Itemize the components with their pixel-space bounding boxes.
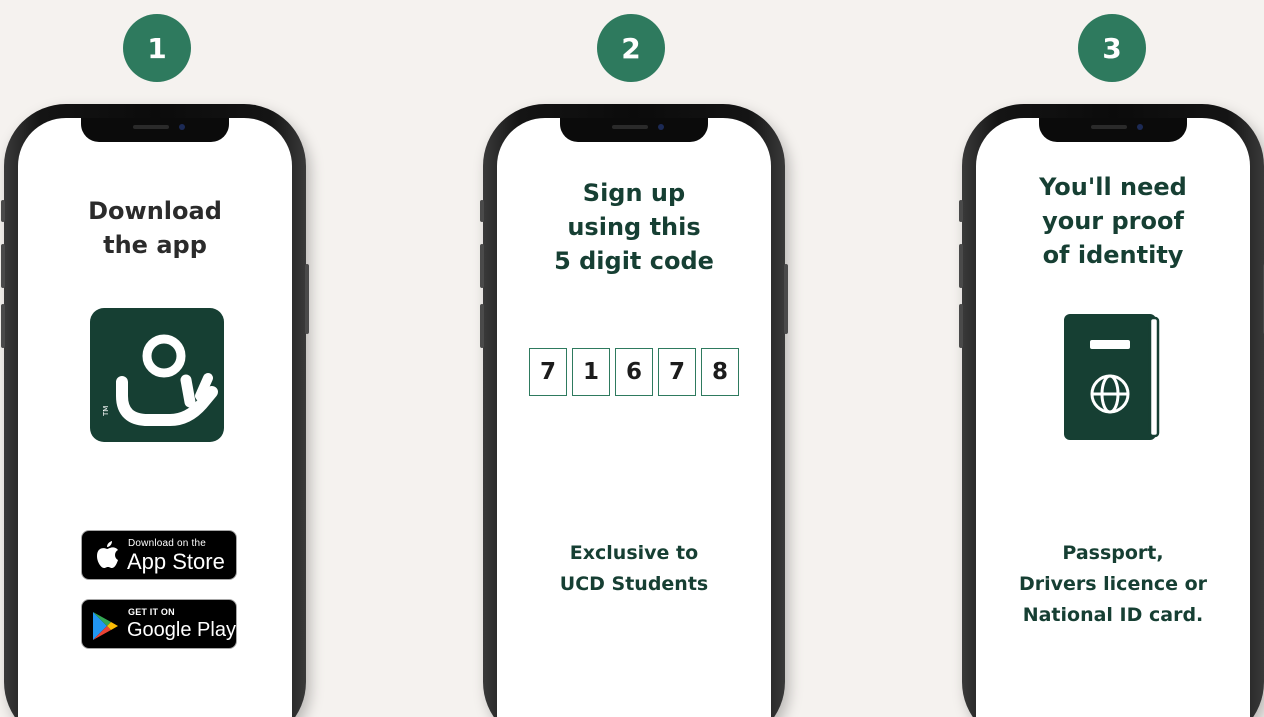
phone-screen: Sign up using this 5 digit code 7 1 6 7 … xyxy=(497,118,771,717)
code-digit: 7 xyxy=(658,348,696,396)
code-digit: 6 xyxy=(615,348,653,396)
app-logo-icon[interactable]: TM xyxy=(90,308,224,442)
phone-screen: You'll need your proof of identity Passp… xyxy=(976,118,1250,717)
code-digit: 8 xyxy=(701,348,739,396)
phone-step-3: You'll need your proof of identity Passp… xyxy=(959,104,1264,717)
phone-notch xyxy=(560,118,708,142)
google-play-small-text: GET IT ON xyxy=(128,607,175,617)
step-2-footer: Exclusive to UCD Students xyxy=(559,542,709,595)
step-2-badge: 2 xyxy=(597,14,665,82)
google-play-button[interactable]: GET IT ON Google Play xyxy=(81,599,237,649)
app-store-label: App Store xyxy=(127,549,225,574)
step-3-badge: 3 xyxy=(1078,14,1146,82)
step-3-footer: Passport, Drivers licence or National ID… xyxy=(1018,542,1208,626)
phone-notch xyxy=(1039,118,1187,142)
trademark-mark: TM xyxy=(102,406,110,417)
passport-icon xyxy=(1062,314,1162,442)
apple-icon xyxy=(94,541,120,573)
code-digit: 7 xyxy=(529,348,567,396)
code-digit: 1 xyxy=(572,348,610,396)
app-store-small-text: Download on the xyxy=(128,538,207,549)
phone-step-1: Download the app TM Download on the App … xyxy=(1,104,309,717)
phone-screen: Download the app TM Download on the App … xyxy=(18,118,292,717)
google-play-icon xyxy=(92,611,120,645)
phone-step-2: Sign up using this 5 digit code 7 1 6 7 … xyxy=(480,104,788,717)
step-1-badge: 1 xyxy=(123,14,191,82)
signup-code: 7 1 6 7 8 xyxy=(497,348,771,396)
google-play-label: Google Play xyxy=(127,619,236,641)
step-2-title: Sign up using this 5 digit code xyxy=(554,179,714,275)
phone-notch xyxy=(81,118,229,142)
app-store-button[interactable]: Download on the App Store xyxy=(81,530,237,580)
step-3-title: You'll need your proof of identity xyxy=(1039,173,1187,269)
step-1-title: Download the app xyxy=(88,197,222,259)
